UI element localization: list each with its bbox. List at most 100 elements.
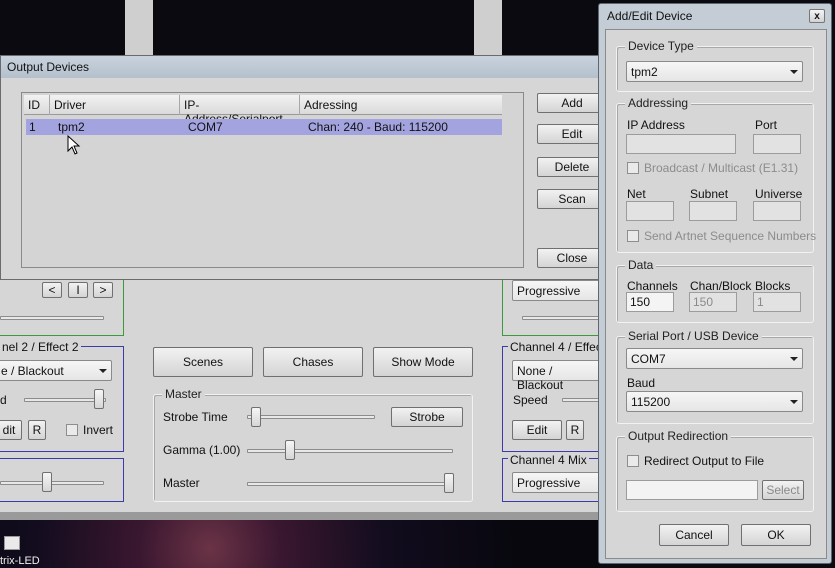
channel4-mix-select[interactable]: Progressive (512, 472, 604, 493)
port-label: Port (755, 118, 778, 132)
slider-thumb[interactable] (94, 389, 104, 409)
output-devices-dialog: Output Devices ID Driver IP-Address/Seri… (0, 55, 607, 280)
redirect-checkbox[interactable] (627, 455, 639, 467)
channel4-reset-button[interactable]: R (566, 420, 584, 440)
master-slider[interactable] (247, 482, 453, 486)
chan-block-value: 150 (693, 295, 714, 309)
column-header-label: ID (28, 98, 40, 112)
channel4-title: Channel 4 / Effec (508, 340, 604, 354)
close-icon[interactable]: x (809, 9, 825, 23)
background-bar (474, 0, 502, 58)
devices-list[interactable]: ID Driver IP-Address/Serialport Adressin… (21, 92, 524, 268)
ip-address-input[interactable] (626, 134, 736, 154)
artnet-sequence-checkbox[interactable] (627, 230, 639, 242)
baud-value: 115200 (631, 395, 671, 409)
edit-button[interactable]: Edit (537, 124, 607, 144)
channel4-effect-select[interactable]: None / Blackout (512, 360, 604, 392)
channel2-effect-value: e / Blackout (1, 364, 64, 378)
serial-port-select[interactable]: COM7 (626, 348, 803, 369)
row-port: COM7 (188, 120, 223, 134)
column-header-port[interactable]: IP-Address/Serialport (180, 95, 300, 126)
broadcast-checkbox[interactable] (627, 162, 639, 174)
chevron-down-icon (99, 369, 107, 373)
net-input[interactable] (626, 201, 674, 221)
addressing-title: Addressing (625, 96, 692, 110)
baud-select[interactable]: 115200 (626, 391, 803, 412)
delete-button[interactable]: Delete (537, 157, 607, 177)
gamma-label: Gamma (1.00) (163, 443, 241, 457)
taskbar-app-icon[interactable] (4, 536, 20, 550)
add-edit-device-dialog: Add/Edit Device x Device Type tpm2 Addre… (598, 3, 832, 564)
slider-thumb[interactable] (444, 473, 454, 493)
strobe-time-label: Strobe Time (163, 410, 228, 424)
master-group-title: Master (162, 387, 205, 401)
column-header-id[interactable]: ID (24, 95, 50, 115)
device-type-value: tpm2 (631, 65, 658, 79)
chevron-down-icon (790, 357, 798, 361)
channel3-mix-value: Progressive (517, 284, 581, 298)
channel2-title: nel 2 / Effect 2 (0, 340, 81, 354)
row-id: 1 (29, 120, 36, 134)
add-button[interactable]: Add (537, 93, 607, 113)
strobe-button[interactable]: Strobe (391, 407, 463, 427)
baud-label: Baud (627, 376, 656, 390)
chases-button[interactable]: Chases (263, 347, 363, 377)
background-bar (125, 0, 153, 58)
slider-thumb[interactable] (285, 440, 295, 460)
devices-list-header: ID Driver IP-Address/Serialport Adressin… (24, 95, 502, 126)
output-devices-title: Output Devices (7, 60, 90, 74)
gamma-slider[interactable] (247, 449, 453, 453)
strobe-time-slider[interactable] (247, 415, 375, 419)
device-type-title: Device Type (625, 39, 697, 53)
master-label: Master (163, 476, 200, 490)
channel2-mix-slider[interactable] (0, 481, 104, 485)
channel-slider-left[interactable] (0, 316, 104, 320)
channel4-edit-button[interactable]: Edit (512, 420, 562, 440)
blocks-label: Blocks (755, 279, 791, 293)
channel2-mix-group (0, 458, 124, 502)
channel3-mix-select[interactable]: Progressive (512, 280, 604, 301)
chevron-down-icon (790, 400, 798, 404)
channel4-speed-slider[interactable] (562, 398, 602, 402)
nav-mid-button[interactable]: I (68, 282, 88, 298)
taskbar-app-title: trix-LED (0, 555, 40, 567)
channel2-effect-select[interactable]: e / Blackout (0, 360, 112, 381)
serial-port-title: Serial Port / USB Device (625, 329, 762, 343)
show-mode-button[interactable]: Show Mode (373, 347, 473, 377)
channels-label: Channels (627, 279, 678, 293)
close-button[interactable]: Close (537, 248, 607, 268)
channel2-edit-button[interactable]: dit (0, 420, 22, 440)
channel4-mix-value: Progressive (517, 476, 581, 490)
column-header-driver[interactable]: Driver (50, 95, 180, 115)
port-input[interactable] (753, 134, 801, 154)
channels-input[interactable]: 150 (626, 292, 674, 312)
column-header-label: Driver (54, 98, 86, 112)
device-type-select[interactable]: tpm2 (626, 61, 803, 82)
table-row[interactable]: 1 tpm2 COM7 Chan: 240 - Baud: 115200 (26, 119, 502, 135)
channel4-mix-title: Channel 4 Mix (508, 453, 589, 467)
slider-thumb[interactable] (251, 407, 261, 427)
subnet-input[interactable] (689, 201, 737, 221)
cancel-button[interactable]: Cancel (659, 524, 729, 546)
invert-checkbox[interactable] (66, 424, 78, 436)
blocks-value: 1 (757, 295, 764, 309)
blocks-input[interactable]: 1 (753, 292, 801, 312)
channel2-reset-button[interactable]: R (28, 420, 46, 440)
slider-thumb[interactable] (42, 472, 52, 492)
select-file-button[interactable]: Select (762, 480, 804, 500)
redirect-file-input[interactable] (626, 480, 758, 500)
universe-input[interactable] (753, 201, 801, 221)
nav-next-button[interactable]: > (93, 282, 113, 298)
channel3-slider[interactable] (522, 316, 600, 320)
scenes-button[interactable]: Scenes (153, 347, 253, 377)
nav-prev-button[interactable]: < (42, 282, 62, 298)
net-label: Net (627, 187, 646, 201)
add-edit-title: Add/Edit Device (607, 9, 693, 23)
main-app-bottom-bar (0, 512, 600, 520)
scan-button[interactable]: Scan (537, 189, 607, 209)
ip-address-label: IP Address (627, 118, 685, 132)
chan-block-input[interactable]: 150 (689, 292, 737, 312)
taskbar-starfield (0, 520, 600, 568)
column-header-addressing[interactable]: Adressing (300, 95, 502, 115)
ok-button[interactable]: OK (741, 524, 811, 546)
